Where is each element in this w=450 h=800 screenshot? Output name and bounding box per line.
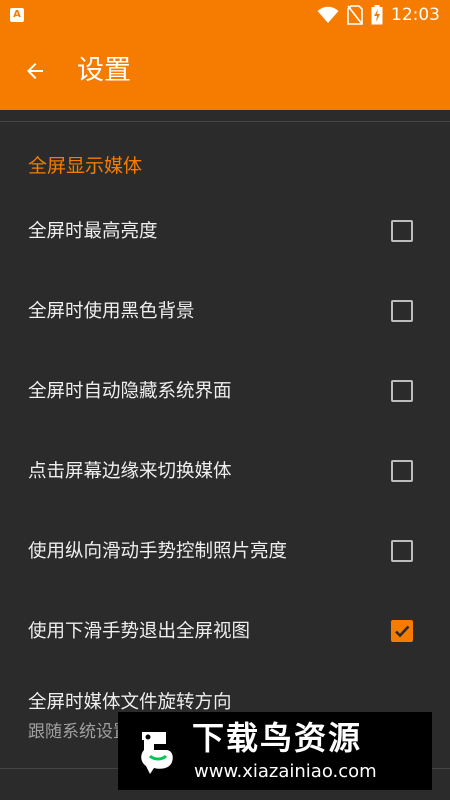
setting-row-vertical-gesture-brightness[interactable]: 使用纵向滑动手势控制照片亮度 bbox=[0, 510, 450, 590]
checkbox[interactable] bbox=[391, 300, 413, 322]
app-bar: 设置 bbox=[0, 30, 450, 110]
checkbox[interactable] bbox=[391, 220, 413, 242]
watermark: 下载鸟资源 www.xiazainiao.com bbox=[118, 712, 432, 790]
wifi-icon bbox=[317, 6, 339, 23]
divider bbox=[0, 121, 450, 122]
no-sim-icon bbox=[347, 5, 363, 25]
setting-label: 全屏时使用黑色背景 bbox=[28, 301, 195, 322]
setting-label: 点击屏幕边缘来切换媒体 bbox=[28, 461, 232, 482]
status-time: 12:03 bbox=[391, 5, 440, 25]
setting-summary: 跟随系统设置 bbox=[28, 722, 130, 742]
status-icons: 12:03 bbox=[317, 0, 440, 30]
setting-label: 使用下滑手势退出全屏视图 bbox=[28, 621, 251, 642]
checkbox-checked[interactable] bbox=[391, 620, 413, 642]
setting-label: 全屏时最高亮度 bbox=[28, 221, 158, 242]
setting-row-black-background[interactable]: 全屏时使用黑色背景 bbox=[0, 270, 450, 350]
checkbox[interactable] bbox=[391, 460, 413, 482]
setting-row-hide-system-ui[interactable]: 全屏时自动隐藏系统界面 bbox=[0, 350, 450, 430]
setting-row-tap-edges[interactable]: 点击屏幕边缘来切换媒体 bbox=[0, 430, 450, 510]
setting-row-max-brightness[interactable]: 全屏时最高亮度 bbox=[0, 190, 450, 270]
app-notification-icon: A bbox=[10, 8, 24, 22]
back-button[interactable] bbox=[18, 54, 52, 88]
status-bar: A 12:03 bbox=[0, 0, 450, 30]
watermark-url: www.xiazainiao.com bbox=[194, 761, 377, 782]
section-header: 全屏显示媒体 bbox=[28, 155, 143, 177]
setting-label: 全屏时自动隐藏系统界面 bbox=[28, 381, 232, 402]
checkbox[interactable] bbox=[391, 540, 413, 562]
arrow-left-icon bbox=[27, 63, 43, 79]
check-icon bbox=[395, 625, 410, 638]
setting-row-swipe-down-exit[interactable]: 使用下滑手势退出全屏视图 bbox=[0, 590, 450, 670]
battery-charging-icon bbox=[371, 5, 383, 25]
setting-label: 使用纵向滑动手势控制照片亮度 bbox=[28, 541, 288, 562]
watermark-title: 下载鸟资源 bbox=[192, 719, 363, 757]
checkbox[interactable] bbox=[391, 380, 413, 402]
page-title: 设置 bbox=[77, 55, 131, 86]
bird-logo-icon bbox=[132, 726, 182, 776]
